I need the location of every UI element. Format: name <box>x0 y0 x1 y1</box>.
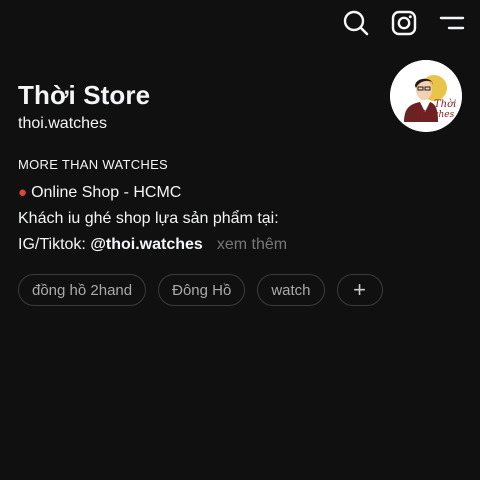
avatar[interactable]: Thời Watches <box>390 60 462 132</box>
avatar-text-line1: Thời <box>434 99 456 110</box>
avatar-text-line2: Watches <box>416 110 455 120</box>
tag-chip[interactable]: watch <box>257 274 325 306</box>
menu-icon <box>439 16 465 30</box>
tag-chips: đồng hồ 2hand Đông Hồ watch + <box>18 274 383 306</box>
instagram-button[interactable] <box>390 9 418 37</box>
bio-line-2: ● Online Shop - HCMC <box>18 180 462 206</box>
add-tag-button[interactable]: + <box>336 274 383 306</box>
bio-line-1: MORE THAN WATCHES <box>18 157 169 172</box>
search-button[interactable] <box>342 9 370 37</box>
profile-handle: thoi.watches <box>18 115 107 132</box>
bio-line-3: Khách iu ghé shop lựa sản phẩm tại: <box>18 210 279 227</box>
menu-button[interactable] <box>438 9 466 37</box>
profile-name: Thời Store <box>18 80 151 110</box>
mention-link[interactable]: @thoi.watches <box>90 236 203 253</box>
bio-line-4: IG/Tiktok: @thoi.watches xem thêm <box>18 232 462 258</box>
bio-line-4-prefix: IG/Tiktok: <box>18 236 86 253</box>
tag-chip[interactable]: đồng hồ 2hand <box>18 274 147 306</box>
top-bar <box>342 8 466 38</box>
instagram-icon <box>391 10 417 36</box>
search-icon <box>343 10 369 36</box>
profile-header: Thời Store thoi.watches Thời Watches <box>18 60 462 136</box>
pin-icon: ● <box>18 184 28 201</box>
bio: MORE THAN WATCHES ● Online Shop - HCMC Kh… <box>18 156 462 258</box>
avatar-logo: Thời Watches <box>390 60 462 132</box>
bio-line-2-text: Online Shop - HCMC <box>31 184 182 201</box>
see-more-link[interactable]: xem thêm <box>217 236 287 253</box>
tag-chip[interactable]: Đông Hồ <box>158 274 246 306</box>
